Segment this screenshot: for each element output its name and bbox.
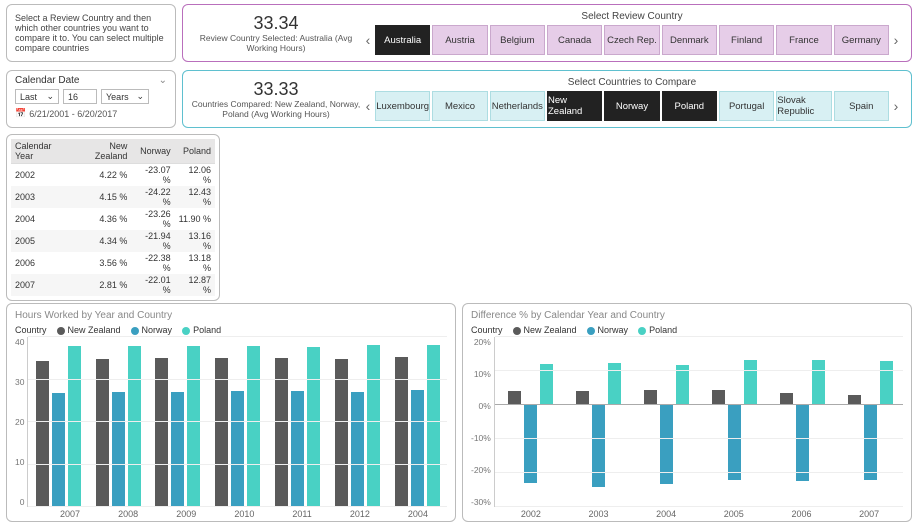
difference-table: Calendar YearNew ZealandNorwayPoland 200… [6,134,220,301]
table-row[interactable]: 20024.22 %-23.07 %12.06 % [11,164,215,187]
bar[interactable] [427,345,440,507]
bar[interactable] [112,392,125,507]
bar[interactable] [644,390,657,405]
compare-prev-icon[interactable]: ‹ [361,91,375,121]
pill-australia[interactable]: Australia [375,25,430,55]
review-next-icon[interactable]: › [889,25,903,55]
chevron-down-icon[interactable]: ⌄ [159,75,167,86]
bar[interactable] [728,405,741,480]
bar[interactable] [812,360,825,405]
pill-portugal[interactable]: Portugal [719,91,774,121]
hours-chart-legend: Country New Zealand Norway Poland [15,325,447,335]
col-header[interactable]: Poland [175,139,215,164]
bar[interactable] [335,359,348,507]
bar[interactable] [351,392,364,507]
difference-chart-legend: Country New Zealand Norway Poland [471,325,903,335]
instructions-text: Select a Review Country and then which o… [6,4,176,62]
date-count-dropdown[interactable]: 16 [63,89,97,104]
pill-new-zealand[interactable]: New Zealand [547,91,602,121]
review-kpi-value: 33.34 [191,13,361,34]
review-prev-icon[interactable]: ‹ [361,25,375,55]
hours-chart-title: Hours Worked by Year and Country [15,310,447,321]
compare-kpi: 33.33 Countries Compared: New Zealand, N… [191,79,361,120]
date-unit-dropdown[interactable]: Years⌄ [101,89,149,104]
compare-slicer-title: Select Countries to Compare [361,77,903,88]
bar[interactable] [247,346,260,507]
bar[interactable] [307,347,320,507]
bar[interactable] [744,360,757,405]
bar[interactable] [275,358,288,507]
review-kpi: 33.34 Review Country Selected: Australia… [191,13,361,54]
bar[interactable] [215,358,228,507]
pill-france[interactable]: France [776,25,831,55]
review-slicer-title: Select Review Country [361,11,903,22]
bar[interactable] [171,392,184,507]
table-row[interactable]: 20072.81 %-22.01 %12.87 % [11,274,215,296]
pill-norway[interactable]: Norway [604,91,659,121]
compare-next-icon[interactable]: › [889,91,903,121]
pill-canada[interactable]: Canada [547,25,602,55]
bar[interactable] [411,390,424,507]
bar[interactable] [712,390,725,405]
pill-luxembourg[interactable]: Luxembourg [375,91,430,121]
bar[interactable] [128,346,141,508]
compare-kpi-value: 33.33 [191,79,361,100]
pill-mexico[interactable]: Mexico [432,91,487,121]
date-range-text: 6/21/2001 - 6/20/2017 [29,109,117,119]
pill-czech-rep-[interactable]: Czech Rep. [604,25,659,55]
compare-kpi-label: Countries Compared: New Zealand, Norway,… [191,100,361,120]
pill-slovak-republic[interactable]: Slovak Republic [776,91,831,121]
pill-poland[interactable]: Poland [662,91,717,121]
pill-belgium[interactable]: Belgium [490,25,545,55]
table-row[interactable]: 20054.34 %-21.94 %13.16 % [11,230,215,252]
difference-chart: Difference % by Calendar Year and Countr… [462,303,912,522]
bar[interactable] [395,357,408,507]
pill-netherlands[interactable]: Netherlands [490,91,545,121]
bar[interactable] [864,405,877,480]
difference-chart-title: Difference % by Calendar Year and Countr… [471,310,903,321]
bar[interactable] [187,346,200,507]
bar[interactable] [52,393,65,507]
table-row[interactable]: 20044.36 %-23.26 %11.90 % [11,208,215,230]
col-header[interactable]: Norway [131,139,174,164]
bar[interactable] [155,358,168,507]
bar[interactable] [68,346,81,507]
bar[interactable] [367,345,380,507]
pill-germany[interactable]: Germany [834,25,889,55]
calendar-icon: 📅 [15,108,26,119]
pill-austria[interactable]: Austria [432,25,487,55]
table-row[interactable]: 20063.56 %-22.38 %13.18 % [11,252,215,274]
review-kpi-label: Review Country Selected: Australia (Avg … [191,34,361,54]
bar[interactable] [291,391,304,507]
pill-spain[interactable]: Spain [834,91,889,121]
bar[interactable] [880,361,893,405]
bar[interactable] [36,361,49,507]
table-row[interactable]: 20034.15 %-24.22 %12.43 % [11,186,215,208]
pill-finland[interactable]: Finland [719,25,774,55]
review-country-panel: 33.34 Review Country Selected: Australia… [182,4,912,62]
bar[interactable] [796,405,809,481]
date-anchor-dropdown[interactable]: Last⌄ [15,89,59,104]
col-header[interactable]: New Zealand [73,139,131,164]
bar[interactable] [592,405,605,487]
pill-denmark[interactable]: Denmark [662,25,717,55]
calendar-date-card: Calendar Date ⌄ Last⌄ 16 Years⌄ 📅 6/21/2… [6,70,176,128]
bar[interactable] [576,391,589,405]
bar[interactable] [508,391,521,405]
hours-chart: Hours Worked by Year and Country Country… [6,303,456,522]
bar[interactable] [96,359,109,507]
col-header[interactable]: Calendar Year [11,139,73,164]
compare-countries-panel: 33.33 Countries Compared: New Zealand, N… [182,70,912,128]
bar[interactable] [231,391,244,507]
calendar-date-label: Calendar Date [15,75,79,86]
